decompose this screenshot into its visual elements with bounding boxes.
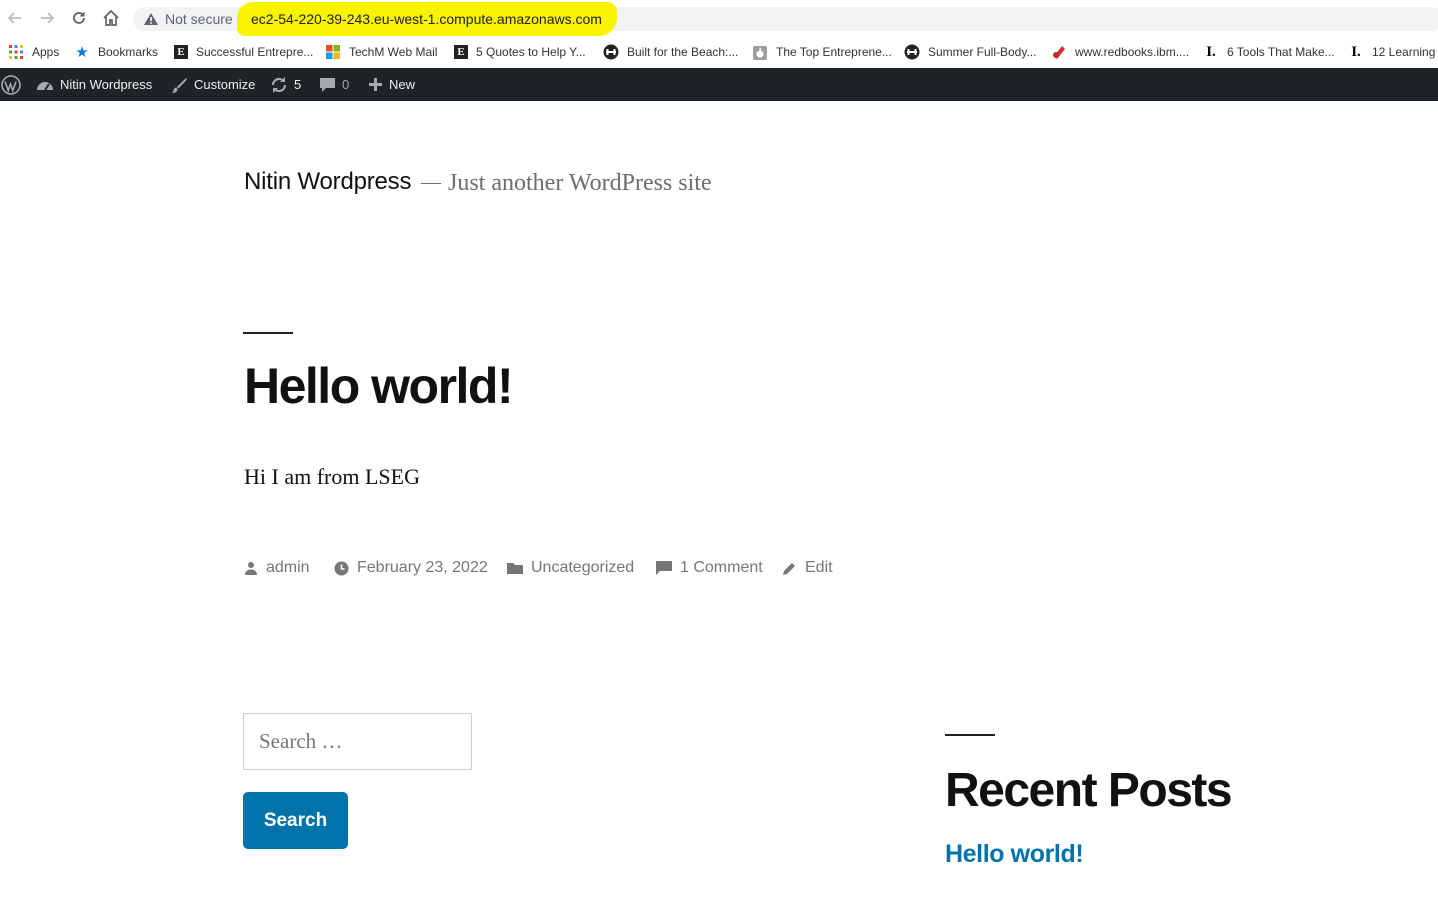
- comments-count: 0: [342, 77, 350, 92]
- redbook-icon: [1051, 44, 1067, 60]
- new-content-menu[interactable]: New: [368, 68, 415, 101]
- star-icon: ★: [75, 44, 89, 61]
- bookmark-5-quotes[interactable]: E 5 Quotes to Help Y...: [454, 42, 586, 62]
- updates-menu[interactable]: 5: [270, 68, 301, 101]
- reload-icon: [73, 12, 85, 24]
- apple-icon: [752, 44, 768, 60]
- search-input[interactable]: [243, 713, 472, 770]
- customize-label: Customize: [194, 77, 256, 92]
- e-logo-icon: E: [174, 45, 188, 59]
- bookmark-techm-web-mail[interactable]: TechM Web Mail: [325, 42, 437, 62]
- bookmark-summer-full-body[interactable]: Summer Full-Body...: [904, 42, 1036, 62]
- arrow-right-icon: [41, 12, 55, 24]
- bookmark-label: The Top Entreprene...: [776, 45, 892, 59]
- updates-icon: [271, 76, 287, 93]
- wp-admin-bar: Nitin Wordpress Customize 5 0 New: [0, 68, 1438, 101]
- url-text[interactable]: ec2-54-220-39-243.eu-west-1.compute.amaz…: [245, 7, 610, 31]
- search-button[interactable]: Search: [243, 792, 348, 849]
- plus-icon: [369, 78, 382, 91]
- home-icon: [103, 9, 119, 26]
- back-button[interactable]: [3, 6, 27, 30]
- bookmark-label: Built for the Beach:...: [627, 45, 739, 59]
- wp-logo-menu[interactable]: [1, 68, 21, 101]
- bookmark-apps[interactable]: Apps: [8, 42, 59, 62]
- customize-menu[interactable]: Customize: [170, 68, 255, 101]
- paintbrush-icon: [171, 77, 187, 93]
- post-author[interactable]: admin: [244, 557, 310, 579]
- bookmark-top-entrepreneur[interactable]: The Top Entreprene...: [752, 42, 892, 62]
- comments-link[interactable]: 1 Comment: [680, 559, 763, 577]
- e-logo-icon: E: [454, 45, 468, 59]
- microsoft-logo-icon: [325, 44, 341, 60]
- arrow-left-icon: [7, 12, 21, 24]
- bookmark-bookmarks[interactable]: ★ Bookmarks: [74, 42, 158, 62]
- bookmark-12-learning[interactable]: I. 12 Learning: [1348, 42, 1435, 62]
- dashboard-icon: [37, 81, 53, 91]
- bookmarks-bar: Apps ★ Bookmarks E Successful Entrepre..…: [0, 36, 1438, 68]
- site-name-menu[interactable]: Nitin Wordpress: [36, 68, 152, 101]
- dumbbell-icon: [603, 44, 619, 60]
- date-link[interactable]: February 23, 2022: [357, 559, 488, 577]
- clock-icon: [334, 561, 349, 575]
- bookmark-successful-entrepreneur[interactable]: E Successful Entrepre...: [174, 42, 313, 62]
- site-title[interactable]: Nitin Wordpress: [244, 168, 411, 196]
- category-link[interactable]: Uncategorized: [531, 559, 634, 577]
- author-link[interactable]: admin: [266, 559, 310, 577]
- forward-button[interactable]: [35, 6, 59, 30]
- comment-bubble-icon: [320, 77, 335, 92]
- post-category[interactable]: Uncategorized: [507, 557, 634, 579]
- wordpress-logo-icon: [1, 74, 21, 95]
- bookmark-label: 6 Tools That Make...: [1227, 45, 1335, 59]
- omnibox[interactable]: Not secure ec2-54-220-39-243.eu-west-1.c…: [133, 2, 1438, 36]
- person-icon: [245, 562, 257, 575]
- new-label: New: [389, 77, 416, 92]
- security-indicator[interactable]: Not secure: [143, 7, 233, 31]
- post-divider: [243, 332, 293, 334]
- bookmark-label: www.redbooks.ibm....: [1075, 45, 1190, 59]
- updates-count: 5: [294, 77, 302, 92]
- bookmark-label: Apps: [32, 45, 60, 59]
- bookmark-label: TechM Web Mail: [349, 45, 438, 59]
- bookmark-label: 5 Quotes to Help Y...: [476, 45, 586, 59]
- i-logo-icon: I.: [1351, 43, 1361, 60]
- recent-posts-heading: Recent Posts: [945, 764, 1233, 817]
- bookmark-label: Bookmarks: [98, 45, 159, 59]
- post-comments[interactable]: 1 Comment: [656, 557, 763, 579]
- bookmark-label: Summer Full-Body...: [928, 45, 1037, 59]
- recent-post-link[interactable]: Hello world!: [945, 840, 1084, 869]
- bookmark-label: Successful Entrepre...: [196, 45, 314, 59]
- post-title[interactable]: Hello world!: [244, 357, 514, 415]
- site-title-dash: —: [421, 171, 441, 193]
- bookmark-6-tools[interactable]: I. 6 Tools That Make...: [1203, 42, 1335, 62]
- admin-site-name: Nitin Wordpress: [60, 77, 153, 92]
- post-date[interactable]: February 23, 2022: [334, 557, 488, 579]
- apps-grid-icon: [8, 44, 24, 60]
- bookmark-built-for-beach[interactable]: Built for the Beach:...: [603, 42, 738, 62]
- bookmark-redbooks[interactable]: www.redbooks.ibm....: [1051, 42, 1189, 62]
- home-button[interactable]: [99, 6, 123, 30]
- edit-link[interactable]: Edit: [805, 559, 833, 577]
- reload-button[interactable]: [67, 6, 91, 30]
- pencil-icon: [783, 562, 795, 575]
- post-edit[interactable]: Edit: [782, 557, 833, 579]
- warning-triangle-icon: [144, 13, 158, 25]
- folder-icon: [507, 563, 523, 574]
- comments-menu[interactable]: 0: [319, 68, 349, 101]
- bookmark-label: 12 Learning: [1372, 45, 1436, 59]
- i-logo-icon: I.: [1206, 43, 1216, 60]
- comment-icon: [656, 561, 672, 575]
- widget-divider: [945, 734, 995, 736]
- browser-toolbar: Not secure ec2-54-220-39-243.eu-west-1.c…: [0, 0, 1438, 36]
- dumbbell-icon: [904, 44, 920, 60]
- security-label: Not secure: [165, 11, 233, 27]
- post-content: Hi I am from LSEG: [244, 464, 420, 489]
- site-description: Just another WordPress site: [448, 170, 712, 196]
